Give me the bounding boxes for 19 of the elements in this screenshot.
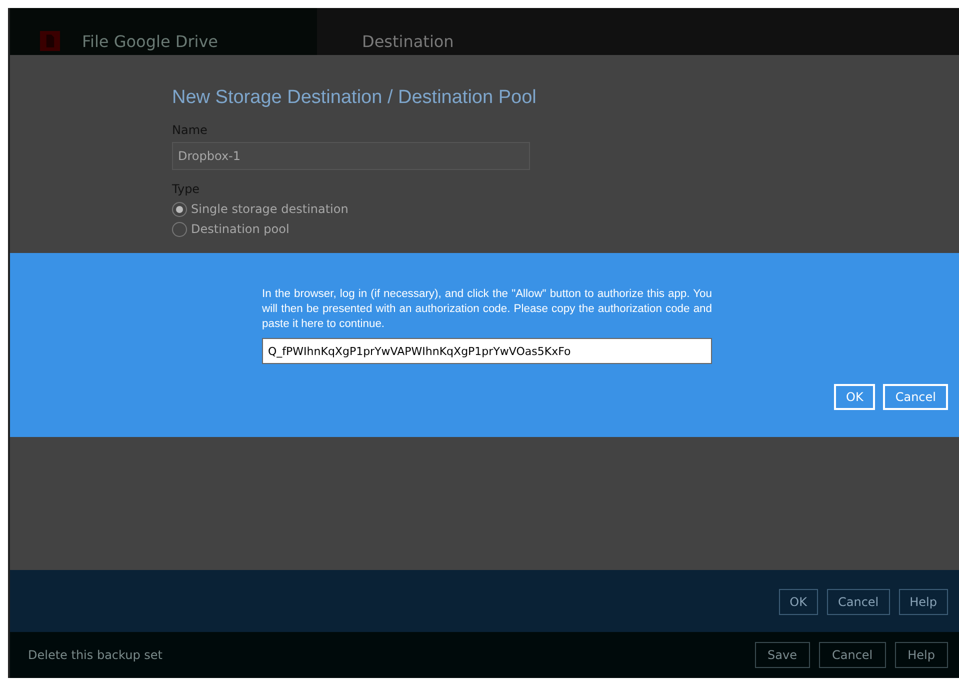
code-field[interactable]: Q_fPWIhnKqXgP1prYwVAPWIhnKqXgP1prYwVOas5KxFo: [262, 338, 712, 364]
form-title: New Storage Destination / Destination Pool: [172, 87, 538, 109]
footer-button[interactable]: Save: [754, 642, 810, 668]
delete-link[interactable]: Delete this backup set: [28, 648, 162, 662]
radio-button[interactable]: [172, 202, 187, 216]
form-button[interactable]: OK: [778, 589, 818, 615]
form-button[interactable]: Help: [898, 589, 948, 615]
footer-button[interactable]: Cancel: [818, 642, 886, 668]
radio-label: Single storage destination: [191, 202, 348, 216]
form-button[interactable]: Cancel: [826, 589, 890, 615]
dialog-message: In the browser, log in (if necessary), and click the "Allow" button to authorize this app. You will then be presented with an authorization code. Please copy the authorization code and paste it here to continue.: [262, 287, 712, 332]
radio-label: Destination pool: [191, 222, 290, 236]
dialog-button[interactable]: Cancel: [883, 384, 948, 410]
footer-button[interactable]: Help: [894, 642, 948, 668]
app-title: File Google Drive: [82, 33, 218, 51]
dialog-button[interactable]: OK: [834, 384, 876, 410]
radio-button[interactable]: [172, 222, 187, 236]
name-field[interactable]: Dropbox-1: [172, 142, 530, 170]
section-title: Destination: [362, 33, 454, 51]
